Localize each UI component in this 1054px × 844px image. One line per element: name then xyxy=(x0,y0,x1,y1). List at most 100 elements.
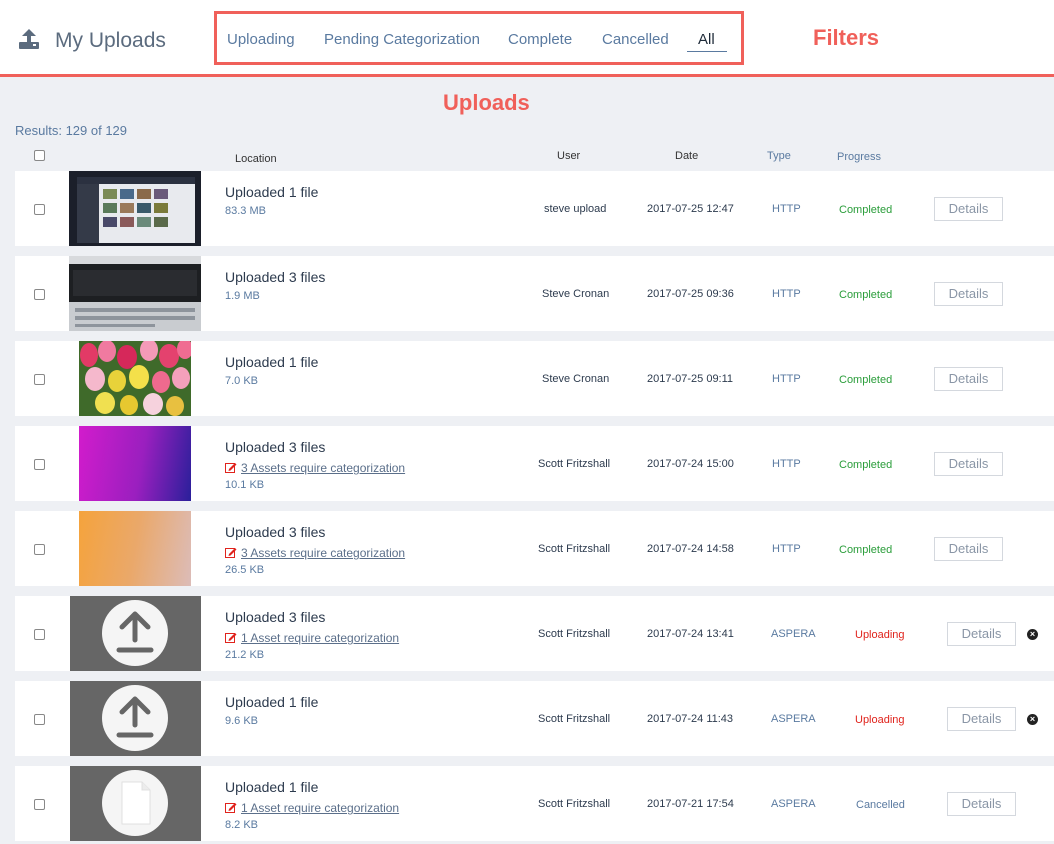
details-button[interactable]: Details xyxy=(934,452,1003,476)
details-button[interactable]: Details xyxy=(934,282,1003,306)
header-divider xyxy=(0,74,1054,77)
upload-title: Uploaded 3 files xyxy=(225,439,326,455)
categorization-link[interactable]: 1 Asset require categorization xyxy=(225,631,399,645)
upload-row: Uploaded 3 files 3 Assets require catego… xyxy=(15,511,1054,586)
column-header-user: User xyxy=(557,150,581,162)
details-button[interactable]: Details xyxy=(947,622,1016,646)
column-header-date: Date xyxy=(675,150,699,162)
cancel-upload-icon[interactable]: × xyxy=(1027,714,1038,725)
details-button[interactable]: Details xyxy=(934,537,1003,561)
upload-placeholder-thumbnail[interactable] xyxy=(70,681,201,756)
select-all-checkbox[interactable] xyxy=(34,150,45,161)
row-checkbox[interactable] xyxy=(34,204,45,215)
upload-date: 2017-07-24 15:00 xyxy=(647,458,734,470)
filter-tab-complete[interactable]: Complete xyxy=(508,31,572,48)
upload-date: 2017-07-25 09:11 xyxy=(647,373,734,385)
cancel-upload-icon[interactable]: × xyxy=(1027,629,1038,640)
row-checkbox[interactable] xyxy=(34,459,45,470)
categorization-link[interactable]: 3 Assets require categorization xyxy=(225,461,405,475)
row-checkbox[interactable] xyxy=(34,714,45,725)
upload-size: 26.5 KB xyxy=(225,564,265,576)
row-checkbox[interactable] xyxy=(34,374,45,385)
upload-type: HTTP xyxy=(772,543,801,555)
details-button[interactable]: Details xyxy=(934,367,1003,391)
filter-tab-all[interactable]: All xyxy=(698,31,715,48)
upload-type: ASPERA xyxy=(771,713,816,725)
upload-user: steve upload xyxy=(544,203,607,215)
upload-user: Scott Fritzshall xyxy=(538,458,611,470)
upload-user: Scott Fritzshall xyxy=(538,798,611,810)
categorization-link[interactable]: 1 Asset require categorization xyxy=(225,801,399,815)
orange-gradient-thumbnail[interactable] xyxy=(79,511,191,586)
dark-screenshot-thumbnail[interactable] xyxy=(69,256,201,331)
row-checkbox[interactable] xyxy=(34,544,45,555)
filter-tab-cancelled[interactable]: Cancelled xyxy=(602,31,669,48)
upload-status: Uploading xyxy=(855,714,905,726)
column-header-type: Type xyxy=(767,150,791,162)
upload-size: 1.9 MB xyxy=(225,290,260,302)
edit-icon xyxy=(225,803,237,813)
details-button[interactable]: Details xyxy=(947,707,1016,731)
upload-user: Steve Cronan xyxy=(542,288,610,300)
results-count: Results: 129 of 129 xyxy=(15,123,128,138)
upload-row: Uploaded 1 file 7.0 KB Steve Cronan 2017… xyxy=(15,341,1054,416)
upload-icon xyxy=(19,29,39,49)
upload-status: Completed xyxy=(839,459,893,471)
upload-row: Uploaded 1 file 83.3 MB steve upload 201… xyxy=(15,171,1054,246)
purple-gradient-thumbnail[interactable] xyxy=(79,426,191,501)
upload-type: HTTP xyxy=(772,203,801,215)
upload-row: Uploaded 1 file 1 Asset require categori… xyxy=(15,766,1054,841)
row-checkbox[interactable] xyxy=(34,289,45,300)
upload-row: Uploaded 1 file 9.6 KB Scott Fritzshall … xyxy=(15,681,1054,756)
upload-title: Uploaded 1 file xyxy=(225,354,319,370)
upload-placeholder-thumbnail[interactable] xyxy=(70,596,201,671)
upload-status: Completed xyxy=(839,544,893,556)
upload-size: 7.0 KB xyxy=(225,375,259,387)
header-bar: My Uploads Uploading Pending Categorizat… xyxy=(0,0,1054,76)
filters-annotation: Filters xyxy=(813,25,880,50)
details-button[interactable]: Details xyxy=(934,197,1003,221)
upload-row: Uploaded 3 files 3 Assets require catego… xyxy=(15,426,1054,501)
upload-type: HTTP xyxy=(772,288,801,300)
tulips-thumbnail[interactable] xyxy=(79,341,191,416)
upload-status: Completed xyxy=(839,204,893,216)
upload-date: 2017-07-25 09:36 xyxy=(647,288,734,300)
upload-user: Scott Fritzshall xyxy=(538,628,611,640)
row-checkbox[interactable] xyxy=(34,799,45,810)
upload-user: Scott Fritzshall xyxy=(538,713,611,725)
column-header-progress: Progress xyxy=(837,151,882,163)
filter-tab-pending-categorization[interactable]: Pending Categorization xyxy=(324,31,480,48)
upload-title: Uploaded 1 file xyxy=(225,779,319,795)
uploads-annotation: Uploads xyxy=(443,90,530,115)
details-button[interactable]: Details xyxy=(947,792,1016,816)
upload-type: HTTP xyxy=(772,373,801,385)
categorization-link-label: 1 Asset require categorization xyxy=(241,631,400,645)
upload-row: Uploaded 3 files 1.9 MB Steve Cronan 201… xyxy=(15,256,1054,331)
filter-tabs: Uploading Pending Categorization Complet… xyxy=(214,11,744,65)
upload-size: 9.6 KB xyxy=(225,715,259,727)
screenshot-thumbnail[interactable] xyxy=(69,171,201,246)
edit-icon xyxy=(225,463,237,473)
upload-type: ASPERA xyxy=(771,798,816,810)
upload-status: Completed xyxy=(839,289,893,301)
upload-title: Uploaded 3 files xyxy=(225,269,326,285)
upload-status: Uploading xyxy=(855,629,905,641)
upload-row: Uploaded 3 files 1 Asset require categor… xyxy=(15,596,1054,671)
upload-title: Uploaded 3 files xyxy=(225,524,326,540)
upload-date: 2017-07-24 11:43 xyxy=(647,713,734,725)
row-checkbox[interactable] xyxy=(34,629,45,640)
upload-type: ASPERA xyxy=(771,628,816,640)
upload-date: 2017-07-24 13:41 xyxy=(647,628,734,640)
file-placeholder-thumbnail[interactable] xyxy=(70,766,201,841)
upload-size: 21.2 KB xyxy=(225,649,265,661)
upload-date: 2017-07-21 17:54 xyxy=(647,798,734,810)
categorization-link[interactable]: 3 Assets require categorization xyxy=(225,546,405,560)
active-tab-underline xyxy=(687,51,727,52)
upload-size: 10.1 KB xyxy=(225,479,265,491)
upload-title: Uploaded 1 file xyxy=(225,694,319,710)
filter-tab-uploading[interactable]: Uploading xyxy=(227,31,295,48)
edit-icon xyxy=(225,548,237,558)
upload-date: 2017-07-24 14:58 xyxy=(647,543,734,555)
categorization-link-label: 3 Assets require categorization xyxy=(241,546,406,560)
upload-size: 8.2 KB xyxy=(225,819,259,831)
